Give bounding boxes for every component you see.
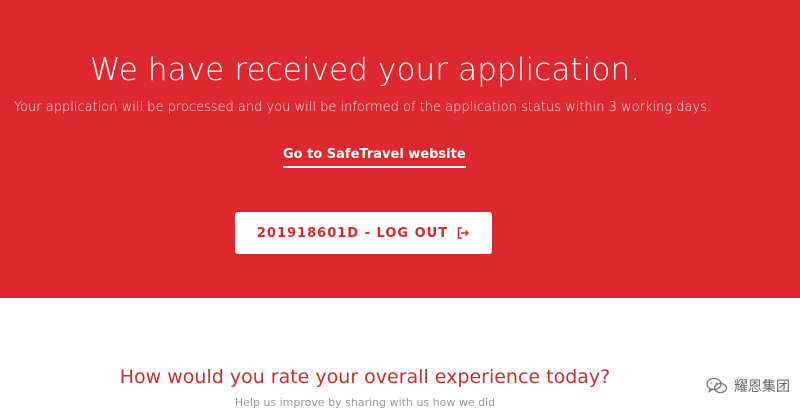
- logout-button-label: 201918601D - LOG OUT: [256, 225, 449, 241]
- rating-question: How would you rate your overall experien…: [119, 366, 611, 388]
- watermark-text: 耀恩集团: [734, 379, 790, 395]
- logout-icon: [456, 226, 470, 240]
- rating-hint: Help us improve by sharing with us how w…: [234, 396, 496, 409]
- confirmation-subtitle: Your application will be processed and y…: [13, 100, 712, 115]
- page: We have received your application. Your …: [0, 0, 800, 420]
- logout-button[interactable]: 201918601D - LOG OUT: [235, 212, 492, 254]
- safetravel-website-link[interactable]: Go to SafeTravel website: [283, 147, 466, 168]
- wechat-icon: [706, 377, 728, 395]
- confirmation-title: We have received your application.: [89, 52, 641, 88]
- confirmation-banner: We have received your application. Your …: [0, 0, 800, 298]
- watermark: 耀恩集团: [706, 376, 790, 396]
